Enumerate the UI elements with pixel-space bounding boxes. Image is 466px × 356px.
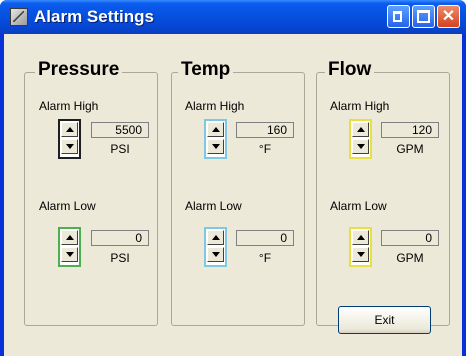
alarm-app-icon bbox=[10, 8, 28, 26]
arrow-up-icon bbox=[357, 235, 365, 240]
temp-low-unit: °F bbox=[258, 251, 272, 265]
flow-high-unit: GPM bbox=[396, 142, 424, 156]
pressure-low-value[interactable]: 0 bbox=[91, 230, 149, 246]
window-title: Alarm Settings bbox=[34, 7, 154, 26]
flow-low-unit: GPM bbox=[396, 251, 424, 265]
pressure-alarm-low-label: Alarm Low bbox=[39, 199, 96, 213]
flow-group-label: Flow bbox=[325, 59, 375, 81]
temp-high-decrement-button[interactable] bbox=[207, 139, 224, 154]
flow-low-increment-button[interactable] bbox=[352, 230, 369, 245]
exit-button[interactable]: Exit bbox=[338, 306, 431, 334]
temp-low-spinner[interactable] bbox=[204, 227, 227, 267]
temp-high-value[interactable]: 160 bbox=[236, 122, 294, 138]
temp-high-increment-button[interactable] bbox=[207, 122, 224, 137]
flow-alarm-low-label: Alarm Low bbox=[330, 199, 387, 213]
flow-alarm-high-label: Alarm High bbox=[330, 99, 390, 113]
temp-high-unit: °F bbox=[258, 142, 272, 156]
arrow-down-icon bbox=[66, 144, 74, 149]
alarm-settings-window: Alarm Settings ✕ Pressure Alarm High 550… bbox=[0, 0, 466, 356]
arrow-up-icon bbox=[212, 127, 220, 132]
arrow-down-icon bbox=[357, 144, 365, 149]
pressure-low-decrement-button[interactable] bbox=[61, 247, 78, 262]
flow-high-value[interactable]: 120 bbox=[381, 122, 439, 138]
window-client-area: Pressure Alarm High 5500 PSI Alarm Low 0… bbox=[4, 34, 462, 356]
flow-high-decrement-button[interactable] bbox=[352, 139, 369, 154]
flow-high-increment-button[interactable] bbox=[352, 122, 369, 137]
pressure-high-spinner[interactable] bbox=[58, 119, 81, 159]
flow-group: Flow Alarm High 120 GPM Alarm Low 0 GPM bbox=[316, 59, 450, 326]
temp-high-spinner[interactable] bbox=[204, 119, 227, 159]
arrow-down-icon bbox=[357, 252, 365, 257]
flow-low-value[interactable]: 0 bbox=[381, 230, 439, 246]
pressure-alarm-high-label: Alarm High bbox=[39, 99, 99, 113]
temp-alarm-high-label: Alarm High bbox=[185, 99, 245, 113]
arrow-down-icon bbox=[212, 144, 220, 149]
flow-high-spinner[interactable] bbox=[349, 119, 372, 159]
pressure-group: Pressure Alarm High 5500 PSI Alarm Low 0… bbox=[24, 59, 158, 326]
arrow-down-icon bbox=[66, 252, 74, 257]
temp-group-label: Temp bbox=[178, 59, 234, 81]
arrow-up-icon bbox=[212, 235, 220, 240]
close-button[interactable]: ✕ bbox=[437, 5, 460, 28]
arrow-up-icon bbox=[66, 127, 74, 132]
arrow-down-icon bbox=[212, 252, 220, 257]
flow-low-decrement-button[interactable] bbox=[352, 247, 369, 262]
pressure-high-increment-button[interactable] bbox=[61, 122, 78, 137]
temp-low-decrement-button[interactable] bbox=[207, 247, 224, 262]
temp-low-value[interactable]: 0 bbox=[236, 230, 294, 246]
pressure-low-increment-button[interactable] bbox=[61, 230, 78, 245]
flow-low-spinner[interactable] bbox=[349, 227, 372, 267]
minimize-button[interactable] bbox=[387, 5, 410, 28]
pressure-group-label: Pressure bbox=[35, 59, 123, 81]
pressure-low-unit: PSI bbox=[110, 251, 130, 265]
title-bar[interactable]: Alarm Settings ✕ bbox=[0, 0, 466, 34]
arrow-up-icon bbox=[66, 235, 74, 240]
maximize-button[interactable] bbox=[412, 5, 435, 28]
pressure-high-unit: PSI bbox=[110, 142, 130, 156]
arrow-up-icon bbox=[357, 127, 365, 132]
temp-group: Temp Alarm High 160 °F Alarm Low 0 °F bbox=[171, 59, 305, 326]
temp-low-increment-button[interactable] bbox=[207, 230, 224, 245]
close-icon: ✕ bbox=[441, 8, 456, 25]
temp-alarm-low-label: Alarm Low bbox=[185, 199, 242, 213]
pressure-high-value[interactable]: 5500 bbox=[91, 122, 149, 138]
pressure-high-decrement-button[interactable] bbox=[61, 139, 78, 154]
pressure-low-spinner[interactable] bbox=[58, 227, 81, 267]
